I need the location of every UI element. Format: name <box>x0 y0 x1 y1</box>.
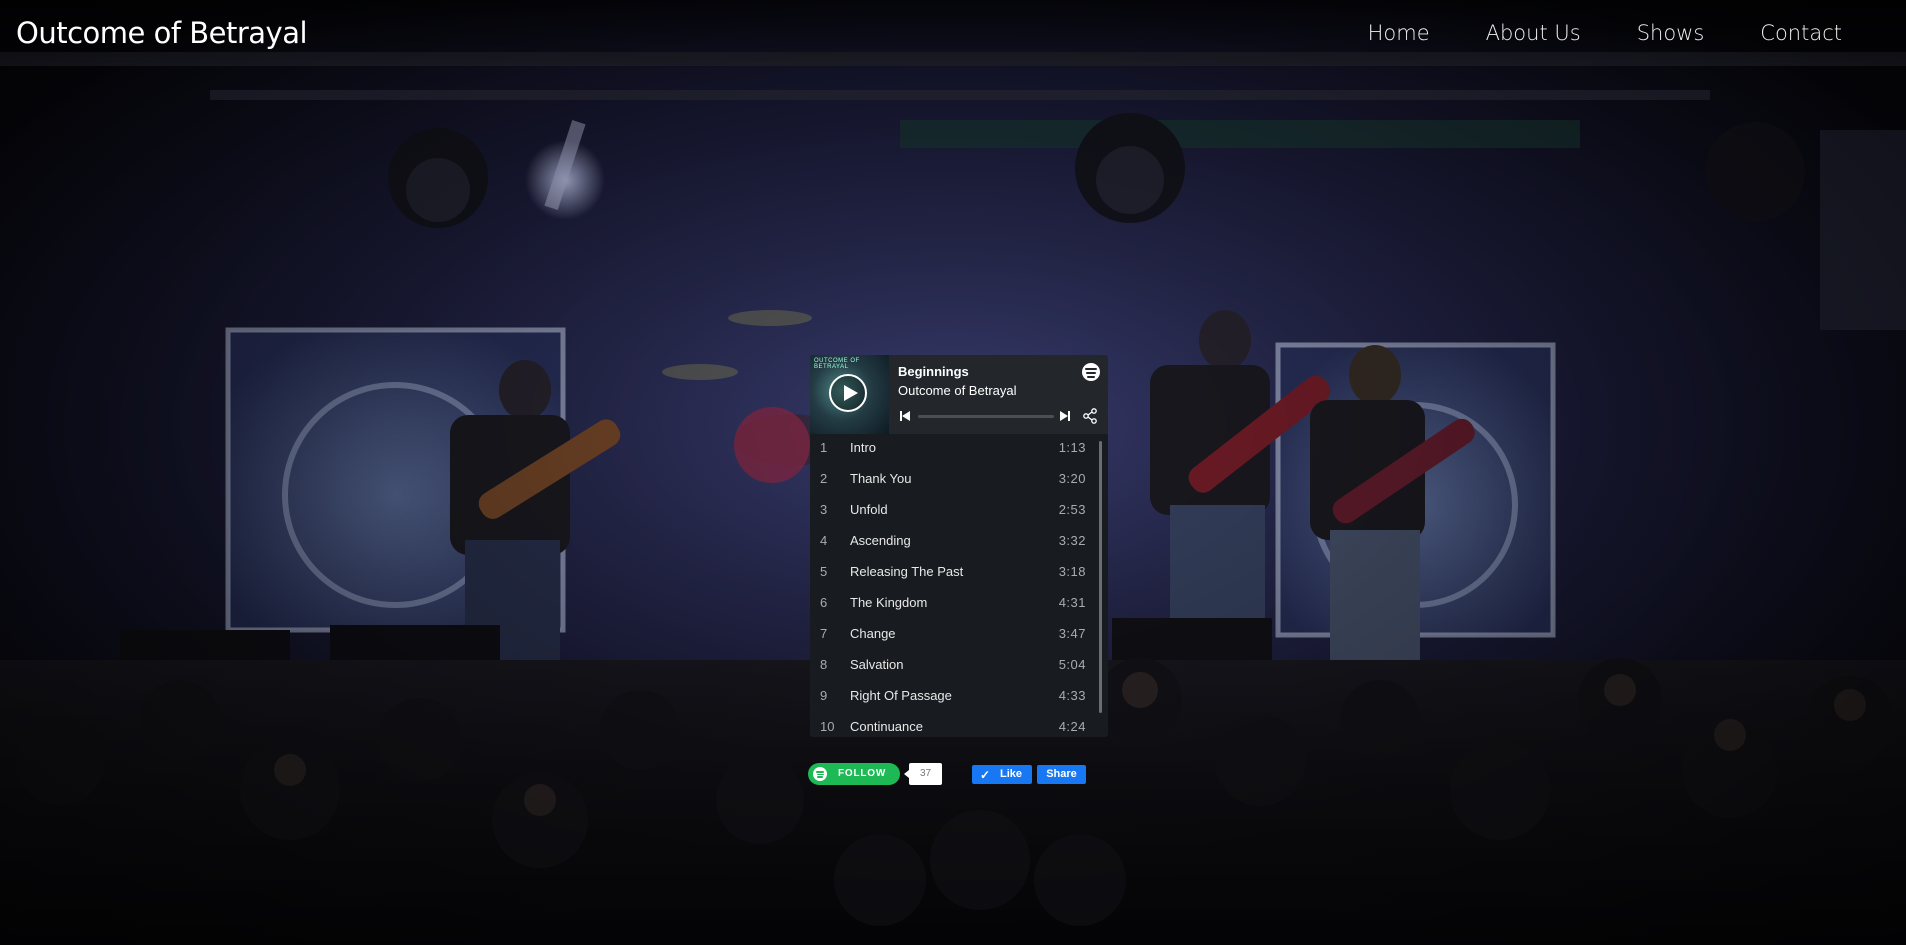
track-row[interactable]: 3 Unfold 2:53 <box>810 496 1096 527</box>
track-row[interactable]: 6 The Kingdom 4:31 <box>810 589 1096 620</box>
track-number: 9 <box>820 688 828 703</box>
track-row[interactable]: 4 Ascending 3:32 <box>810 527 1096 558</box>
track-number: 6 <box>820 595 828 610</box>
track-duration: 3:32 <box>1058 533 1086 548</box>
track-list: 1 Intro 1:13 2 Thank You 3:20 3 Unfold 2… <box>810 434 1108 737</box>
share-icon[interactable] <box>1082 408 1098 424</box>
album-title[interactable]: Beginnings <box>898 364 969 379</box>
track-number: 10 <box>820 719 835 734</box>
play-icon[interactable] <box>829 374 867 412</box>
track-name: Thank You <box>850 471 912 486</box>
spotify-player-widget: OUTCOME OF BETRAYAL Beginnings Outcome o… <box>810 355 1108 737</box>
track-list-scrollbar[interactable] <box>1099 441 1102 713</box>
track-duration: 5:04 <box>1058 657 1086 672</box>
track-duration: 2:53 <box>1058 502 1086 517</box>
track-duration: 4:31 <box>1058 595 1086 610</box>
player-header: OUTCOME OF BETRAYAL Beginnings Outcome o… <box>810 355 1108 434</box>
like-label: Like <box>1000 768 1023 780</box>
track-duration: 4:33 <box>1058 688 1086 703</box>
track-row[interactable]: 8 Salvation 5:04 <box>810 651 1096 682</box>
track-name: Unfold <box>850 502 888 517</box>
track-name: Salvation <box>850 657 904 672</box>
track-row[interactable]: 7 Change 3:47 <box>810 620 1096 651</box>
checkmark-icon: ✓ <box>980 768 991 782</box>
track-duration: 1:13 <box>1058 440 1086 455</box>
nav-link-home[interactable]: Home <box>1368 21 1430 45</box>
track-duration: 4:24 <box>1058 719 1086 734</box>
track-name: Intro <box>850 440 877 455</box>
album-cover-text: OUTCOME OF BETRAYAL <box>814 358 860 370</box>
track-number: 1 <box>820 440 828 455</box>
site-header: Outcome of Betrayal Home About Us Shows … <box>0 0 1906 72</box>
site-logo-title[interactable]: Outcome of Betrayal <box>16 16 308 50</box>
track-number: 3 <box>820 502 828 517</box>
track-name: Right Of Passage <box>850 688 952 703</box>
follow-label: FOLLOW <box>838 768 887 779</box>
track-number: 2 <box>820 471 828 486</box>
spotify-follow-button[interactable]: FOLLOW <box>808 763 900 785</box>
facebook-like-button[interactable]: ✓ Like <box>972 765 1032 784</box>
track-name: Releasing The Past <box>850 564 964 579</box>
main-nav: Home About Us Shows Contact <box>1312 21 1842 45</box>
album-cover-art: OUTCOME OF BETRAYAL <box>810 355 889 434</box>
album-artist[interactable]: Outcome of Betrayal <box>898 383 1017 398</box>
track-duration: 3:20 <box>1058 471 1086 486</box>
playback-progress-bar[interactable] <box>918 415 1054 418</box>
nav-link-about-us[interactable]: About Us <box>1486 21 1581 45</box>
spotify-logo-icon[interactable] <box>1082 363 1100 381</box>
nav-link-shows[interactable]: Shows <box>1637 21 1705 45</box>
track-number: 5 <box>820 564 828 579</box>
track-number: 4 <box>820 533 828 548</box>
track-duration: 3:47 <box>1058 626 1086 641</box>
track-number: 7 <box>820 626 828 641</box>
track-row[interactable]: 9 Right Of Passage 4:33 <box>810 682 1096 713</box>
track-row[interactable]: 1 Intro 1:13 <box>810 434 1096 465</box>
facebook-share-button[interactable]: Share <box>1037 765 1086 784</box>
track-number: 8 <box>820 657 828 672</box>
track-name: The Kingdom <box>850 595 928 610</box>
track-name: Continuance <box>850 719 923 734</box>
track-row[interactable]: 10 Continuance 4:24 <box>810 713 1096 737</box>
track-name: Change <box>850 626 896 641</box>
follower-count-badge: 37 <box>904 763 942 785</box>
track-duration: 3:18 <box>1058 564 1086 579</box>
previous-track-icon[interactable] <box>899 410 911 422</box>
track-row[interactable]: 2 Thank You 3:20 <box>810 465 1096 496</box>
track-row[interactable]: 5 Releasing The Past 3:18 <box>810 558 1096 589</box>
track-name: Ascending <box>850 533 911 548</box>
nav-link-contact[interactable]: Contact <box>1760 21 1842 45</box>
spotify-logo-icon <box>813 767 827 781</box>
next-track-icon[interactable] <box>1059 410 1071 422</box>
